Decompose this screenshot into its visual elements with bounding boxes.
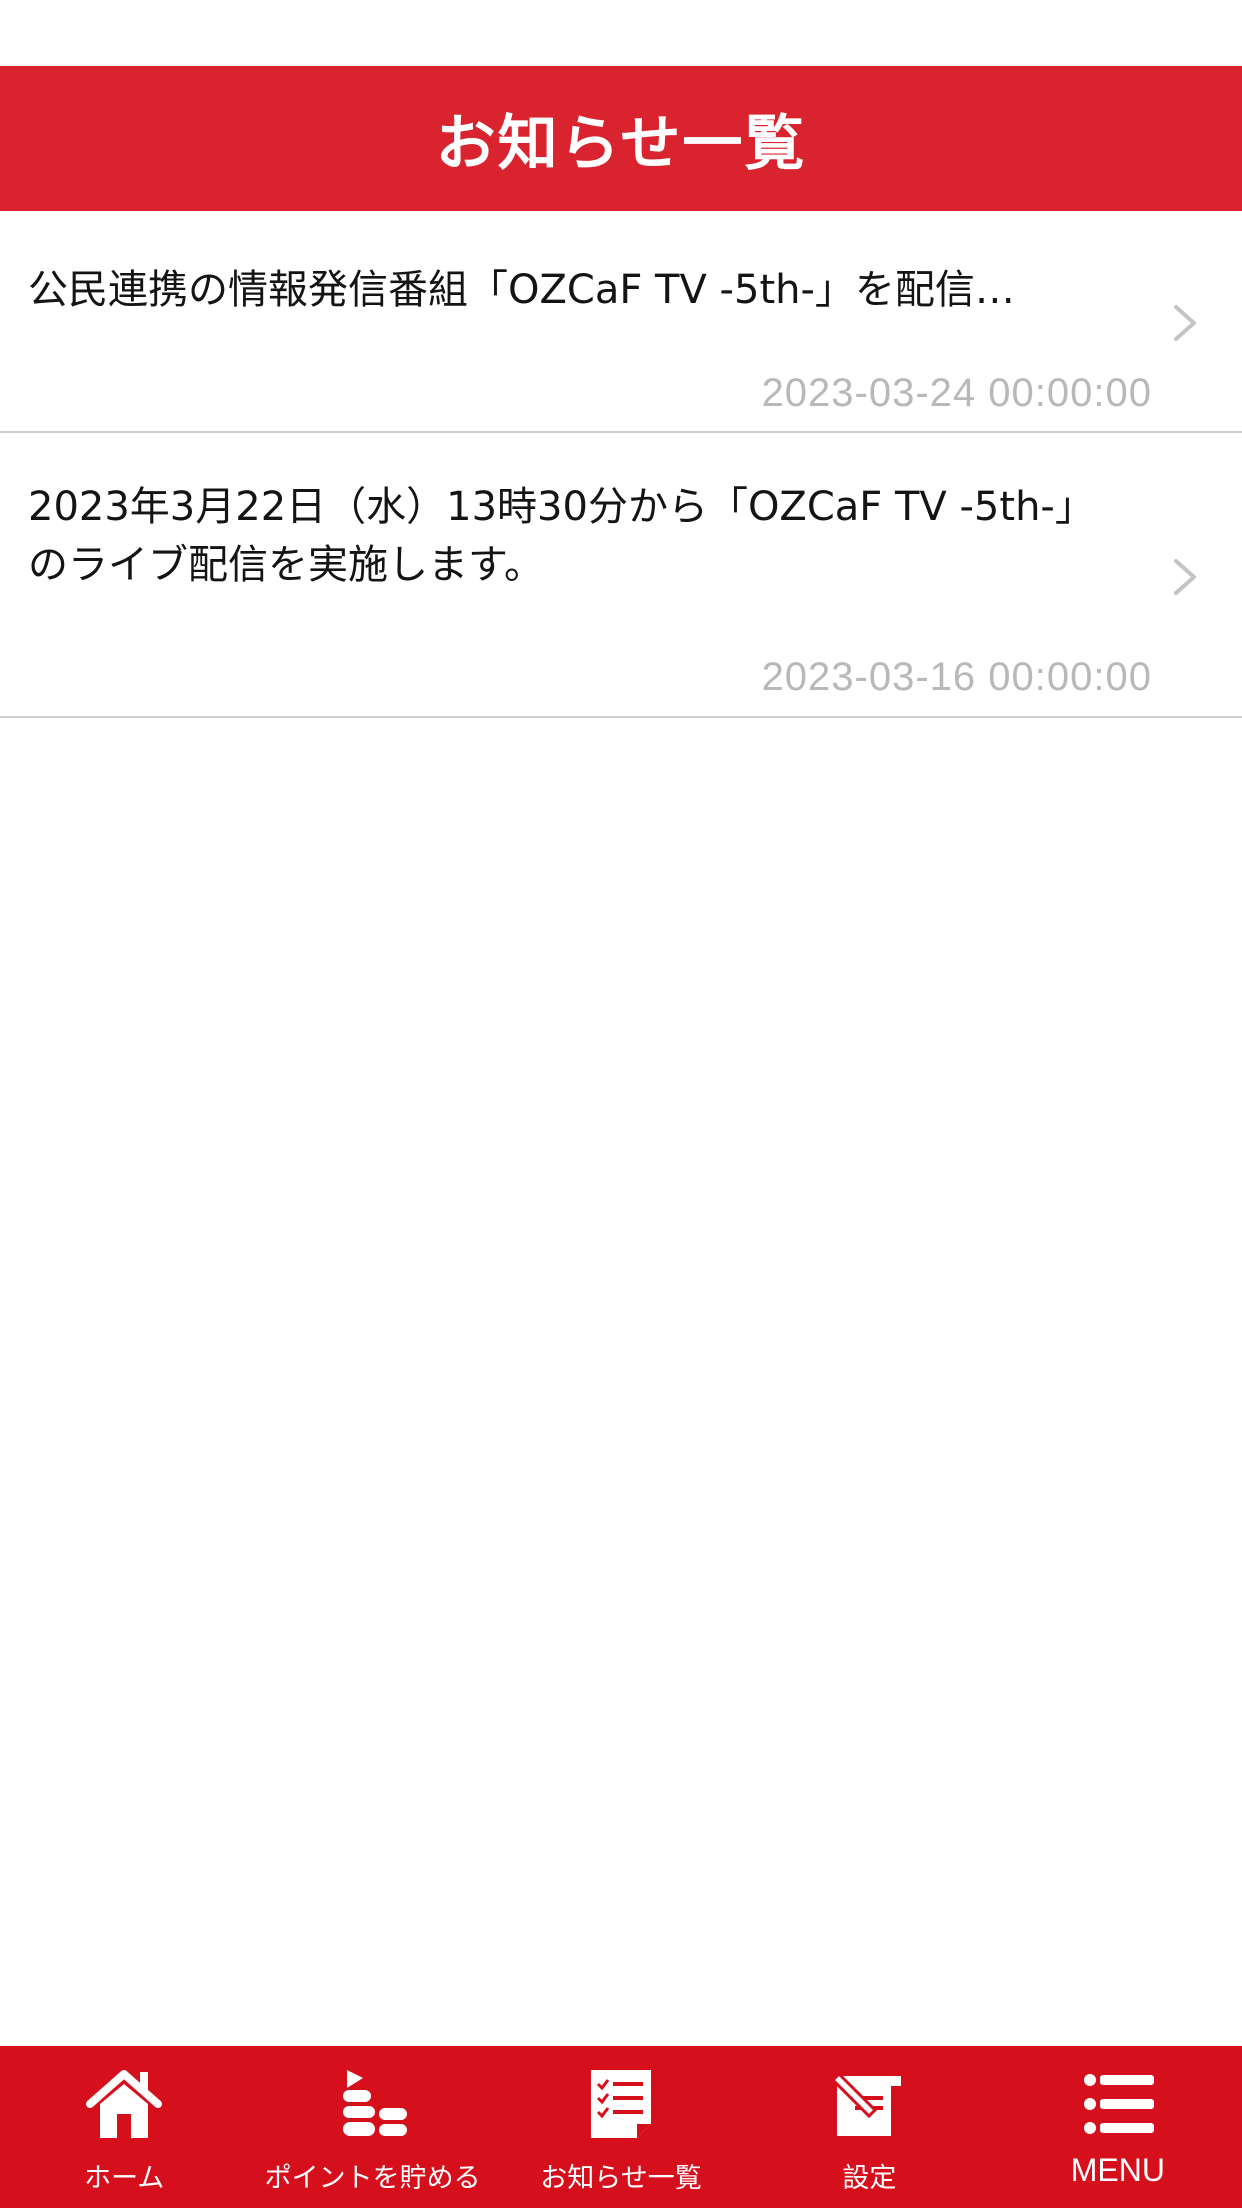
news-title: 2023年3月22日（水）13時30分から「OZCaF TV -5th-」のライ… <box>28 484 1095 588</box>
news-item[interactable]: 公民連携の情報発信番組「OZCaF TV -5th-」を配信… 2023-03-… <box>0 211 1242 433</box>
notice-list-icon <box>591 2070 652 2138</box>
status-bar <box>0 0 1242 66</box>
chevron-right-icon <box>1174 559 1196 595</box>
tab-bar: ホーム ポイントを貯める お知らせ一覧 設定 MENU <box>0 2046 1242 2208</box>
tab-label: ホーム <box>84 2163 165 2194</box>
settings-icon <box>831 2071 902 2136</box>
coins-icon <box>342 2070 407 2136</box>
news-list: 公民連携の情報発信番組「OZCaF TV -5th-」を配信… 2023-03-… <box>0 211 1242 718</box>
tab-label: MENU <box>1070 2152 1165 2188</box>
tab-label: ポイントを貯める <box>264 2163 481 2194</box>
home-icon <box>86 2070 163 2138</box>
tab-points[interactable]: ポイントを貯める <box>248 2046 496 2208</box>
tab-label: お知らせ一覧 <box>540 2163 702 2194</box>
tab-notices[interactable]: お知らせ一覧 <box>497 2046 745 2208</box>
tab-settings[interactable]: 設定 <box>745 2046 993 2208</box>
news-title: 公民連携の情報発信番組「OZCaF TV -5th-」を配信… <box>28 267 1015 313</box>
page-title: お知らせ一覧 <box>435 109 807 179</box>
tab-home[interactable]: ホーム <box>0 2046 248 2208</box>
news-date: 2023-03-16 00:00:00 <box>761 655 1152 699</box>
chevron-right-icon <box>1174 305 1196 341</box>
news-item[interactable]: 2023年3月22日（水）13時30分から「OZCaF TV -5th-」のライ… <box>0 433 1242 718</box>
menu-icon <box>1083 2074 1154 2134</box>
header: お知らせ一覧 <box>0 66 1242 211</box>
tab-menu[interactable]: MENU <box>994 2046 1242 2208</box>
news-date: 2023-03-24 00:00:00 <box>761 371 1152 415</box>
tab-label: 設定 <box>842 2163 897 2194</box>
